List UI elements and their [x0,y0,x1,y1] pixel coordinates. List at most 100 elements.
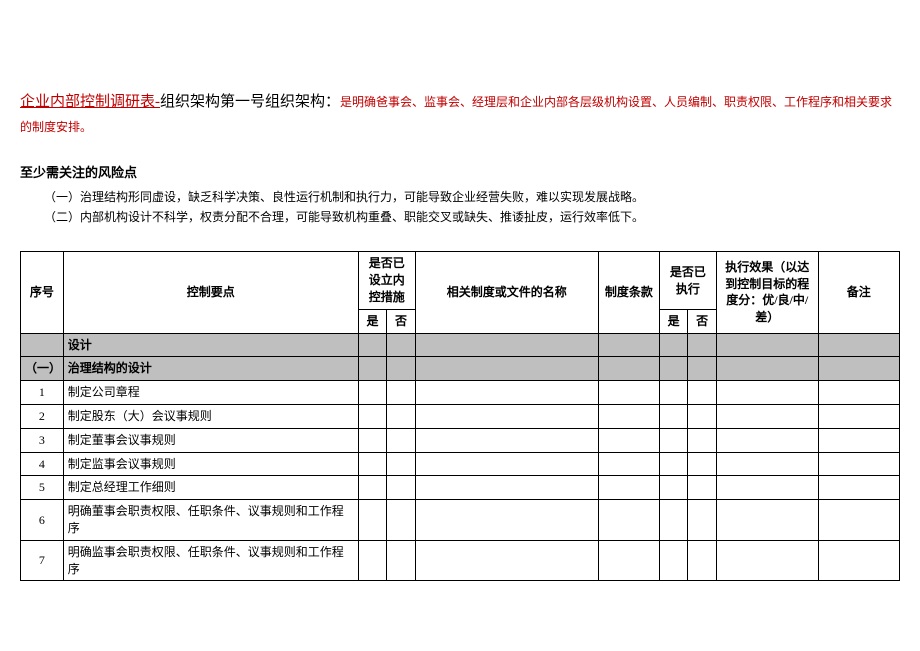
control-table: 序号 控制要点 是否已设立内控措施 相关制度或文件的名称 制度条款 是否已执行 … [20,251,900,581]
table-body: 设计（一）治理结构的设计1制定公司章程2制定股东（大）会议事规则3制定董事会议事… [21,333,900,581]
cell-empty [818,357,899,381]
cell-empty [716,452,818,476]
table-row: 设计 [21,333,900,357]
cell-empty [688,452,717,476]
th-effect: 执行效果（以达到控制目标的程度分：优/良/中/差） [716,252,818,333]
cell-empty [415,540,598,581]
cell-empty [415,452,598,476]
th-clause: 制度条款 [598,252,659,333]
th-doc: 相关制度或文件的名称 [415,252,598,333]
cell-empty [415,476,598,500]
cell-empty [818,500,899,541]
cell-empty [659,476,687,500]
cell-empty [415,333,598,357]
cell-empty [415,428,598,452]
title-black: 组织架构第一号组织架构： [160,94,340,110]
cell-empty [659,357,687,381]
cell-empty [387,333,416,357]
cell-empty [598,540,659,581]
th-control: 控制要点 [63,252,358,333]
cell-no: 6 [21,500,64,541]
cell-empty [716,540,818,581]
cell-no: 7 [21,540,64,581]
cell-empty [358,476,386,500]
cell-empty [387,452,416,476]
cell-empty [598,333,659,357]
risk-point-1: （一）治理结构形同虚设，缺乏科学决策、良性运行机制和执行力，可能导致企业经营失败… [20,187,900,207]
cell-empty [659,540,687,581]
cell-empty [688,476,717,500]
cell-empty [688,500,717,541]
cell-no: 4 [21,452,64,476]
cell-empty [659,404,687,428]
cell-control: 设计 [63,333,358,357]
table-row: 1制定公司章程 [21,381,900,405]
cell-no: 2 [21,404,64,428]
cell-empty [818,333,899,357]
cell-empty [716,476,818,500]
cell-empty [598,357,659,381]
cell-empty [387,540,416,581]
th-exec-yes: 是 [659,309,687,333]
th-established: 是否已设立内控措施 [358,252,415,309]
cell-empty [598,404,659,428]
cell-empty [358,357,386,381]
cell-empty [387,476,416,500]
cell-control: 制定董事会议事规则 [63,428,358,452]
table-row: 5制定总经理工作细则 [21,476,900,500]
cell-empty [688,357,717,381]
cell-no: 5 [21,476,64,500]
cell-empty [387,381,416,405]
cell-control: 制定公司章程 [63,381,358,405]
cell-empty [818,381,899,405]
th-executed: 是否已执行 [659,252,716,309]
cell-empty [358,540,386,581]
cell-empty [659,381,687,405]
cell-empty [688,428,717,452]
cell-empty [598,381,659,405]
document-title: 企业内部控制调研表-组织架构第一号组织架构：是明确爸事会、监事会、经理层和企业内… [20,90,900,138]
cell-empty [688,381,717,405]
cell-empty [358,381,386,405]
cell-control: 治理结构的设计 [63,357,358,381]
cell-empty [659,452,687,476]
th-exec-no: 否 [688,309,717,333]
cell-empty [818,476,899,500]
table-row: 4制定监事会议事规则 [21,452,900,476]
cell-no: （一） [21,357,64,381]
cell-empty [598,476,659,500]
cell-empty [688,540,717,581]
cell-empty [358,404,386,428]
risk-point-2: （二）内部机构设计不科学，权责分配不合理，可能导致机构重叠、职能交叉或缺失、推诿… [20,207,900,227]
cell-control: 制定监事会议事规则 [63,452,358,476]
th-remark: 备注 [818,252,899,333]
cell-empty [716,404,818,428]
cell-empty [716,333,818,357]
cell-empty [358,333,386,357]
risk-section-title: 至少需关注的风险点 [20,162,900,181]
cell-empty [818,428,899,452]
cell-empty [818,540,899,581]
cell-empty [598,500,659,541]
cell-empty [688,333,717,357]
cell-control: 制定总经理工作细则 [63,476,358,500]
title-red: 企业内部控制调研表- [20,94,160,110]
table-row: 7明确监事会职责权限、任职条件、议事规则和工作程序 [21,540,900,581]
cell-no: 3 [21,428,64,452]
cell-empty [415,381,598,405]
cell-empty [716,500,818,541]
table-row: 3制定董事会议事规则 [21,428,900,452]
cell-empty [598,428,659,452]
cell-empty [415,357,598,381]
cell-empty [387,500,416,541]
cell-empty [688,404,717,428]
cell-empty [358,500,386,541]
cell-empty [716,381,818,405]
cell-empty [659,500,687,541]
cell-empty [358,428,386,452]
cell-empty [818,404,899,428]
cell-no [21,333,64,357]
table-row: 2制定股东（大）会议事规则 [21,404,900,428]
cell-empty [716,357,818,381]
cell-empty [387,404,416,428]
